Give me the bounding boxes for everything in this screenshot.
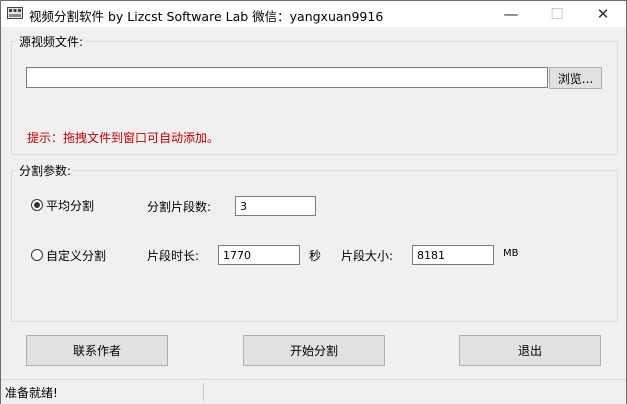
film-reel-icon bbox=[7, 7, 23, 19]
window-title: 视频分割软件 by Lizcst Software Lab 微信：yangxua… bbox=[29, 9, 384, 24]
duration-unit: 秒 bbox=[309, 249, 322, 263]
segment-count-input[interactable] bbox=[235, 196, 316, 216]
source-path-input[interactable] bbox=[26, 67, 548, 88]
exit-button[interactable]: 退出 bbox=[459, 335, 601, 366]
start-split-button[interactable]: 开始分割 bbox=[243, 335, 385, 366]
status-text: 准备就绪! bbox=[5, 386, 58, 400]
source-file-group-title: 源视频文件: bbox=[17, 33, 86, 50]
even-split-label[interactable]: 平均分割 bbox=[46, 197, 94, 214]
duration-input[interactable] bbox=[218, 245, 300, 265]
close-icon: ✕ bbox=[596, 5, 610, 23]
title-bar[interactable]: 视频分割软件 by Lizcst Software Lab 微信：yangxua… bbox=[1, 1, 626, 27]
maximize-button: ☐ bbox=[534, 1, 580, 27]
drag-drop-hint: 提示：拖拽文件到窗口可自动添加。 bbox=[27, 131, 220, 145]
status-divider bbox=[203, 383, 204, 401]
split-params-group bbox=[11, 170, 618, 322]
duration-label: 片段时长: bbox=[147, 249, 200, 263]
custom-split-radio-dot[interactable] bbox=[31, 249, 43, 261]
browse-button[interactable]: 浏览... bbox=[549, 67, 602, 89]
size-input[interactable] bbox=[412, 245, 494, 265]
segment-count-label: 分割片段数: bbox=[147, 200, 212, 214]
main-window: 视频分割软件 by Lizcst Software Lab 微信：yangxua… bbox=[0, 0, 627, 404]
status-bar: 准备就绪! bbox=[1, 379, 626, 404]
even-split-radio-dot[interactable] bbox=[31, 199, 43, 211]
size-unit: MB bbox=[503, 248, 519, 259]
size-label: 片段大小: bbox=[341, 249, 394, 263]
close-button[interactable]: ✕ bbox=[580, 1, 626, 27]
split-params-group-title: 分割参数: bbox=[17, 162, 74, 179]
maximize-icon: ☐ bbox=[550, 5, 564, 23]
contact-author-button[interactable]: 联系作者 bbox=[26, 335, 168, 366]
minimize-icon: — bbox=[503, 5, 519, 23]
minimize-button[interactable]: — bbox=[488, 1, 534, 27]
custom-split-label[interactable]: 自定义分割 bbox=[46, 247, 106, 264]
